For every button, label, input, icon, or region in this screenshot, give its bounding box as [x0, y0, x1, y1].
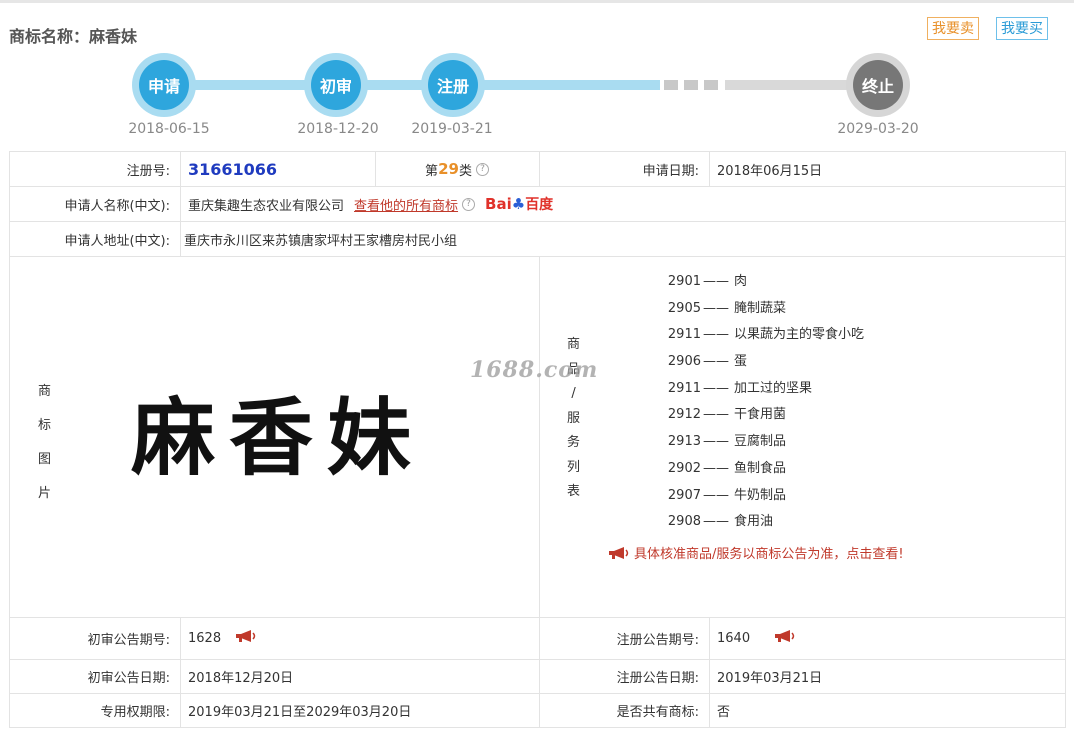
page-title: 商标名称：麻香妹 [9, 27, 138, 46]
baidu-search-button[interactable]: Bai♣百度 [485, 194, 553, 214]
table-row: 初审公告日期: 2018年12月20日 注册公告日期: 2019年03月21日 [10, 660, 1065, 694]
step-prelim: 初审 [304, 53, 368, 117]
table-row: 专用权期限: 2019年03月21日至2029年03月20日 是否共有商标: 否 [10, 694, 1065, 728]
apply-date-value: 2018年06月15日 [717, 163, 823, 179]
help-icon[interactable]: ? [462, 197, 476, 211]
trademark-info-table: 注册号: 31661066 第 29 类? 申请日期: 2018年06月15日 申请… [9, 151, 1066, 728]
megaphone-icon [609, 546, 629, 559]
step-date: 2019-03-21 [411, 121, 493, 137]
list-item: 2912 —— 干食用菌 [667, 407, 787, 423]
logo-text: 麻香妹 [131, 389, 425, 487]
applicant-value: 重庆集趣生态农业有限公司 查看他的所有商标 ? Bai♣百度 [180, 187, 1060, 221]
reg-pub-date-label: 注册公告日期: [616, 671, 699, 686]
sell-button[interactable]: 我要卖 [927, 17, 979, 40]
class-number: 29 [438, 160, 459, 178]
megaphone-icon[interactable] [235, 629, 257, 643]
watermark: 1688.com [470, 357, 599, 383]
list-item: 2907 —— 牛奶制品 [667, 487, 787, 503]
step-date: 2018-06-15 [128, 121, 210, 137]
step-register: 注册 [421, 53, 485, 117]
goods-notice-text: 具体核准商品/服务以商标公告为准，点击查看! [634, 547, 904, 562]
prelim-no: 1628 [188, 631, 222, 646]
step-label: 终止 [853, 60, 903, 110]
list-item: 2911 —— 加工过的坚果 [667, 380, 813, 396]
baidu-paw-icon: ♣ [511, 195, 526, 213]
table-row: 注册号: 31661066 第 29 类? 申请日期: 2018年06月15日 [10, 152, 1065, 187]
top-border [0, 0, 1074, 3]
reg-pub-no-label: 注册公告期号: [616, 633, 699, 648]
reg-no: 31661066 [188, 159, 278, 179]
reg-no-value: 31661066 [180, 152, 375, 186]
list-item: 2902 —— 鱼制食品 [667, 460, 787, 476]
goods-list: 2901 —— 肉 2905 —— 腌制蔬菜 2911 —— 以果蔬为主的零食小吃 2906… [665, 269, 864, 536]
term-label: 专用权期限: [100, 705, 170, 720]
table-row: 申请人名称(中文): 重庆集趣生态农业有限公司 查看他的所有商标 ? Bai♣百… [10, 187, 1065, 222]
class-info: 第 29 类? [375, 152, 539, 186]
progress-dash [704, 80, 718, 90]
megaphone-icon[interactable] [774, 629, 796, 643]
progress-track-done [165, 80, 660, 90]
table-row: 申请人地址(中文): 重庆市永川区来苏镇唐家坪村王家槽房村民小组 [10, 222, 1065, 257]
table-row: 初审公告期号: 1628 注册公告期号: 1640 [10, 618, 1065, 660]
reg-pub-date-value: 2019年03月21日 [717, 671, 823, 686]
step-end: 终止 [846, 53, 910, 117]
step-date: 2029-03-20 [837, 121, 919, 137]
help-icon[interactable]: ? [475, 162, 489, 176]
prelim-date-label: 初审公告日期: [87, 671, 170, 686]
list-item: 2906 —— 蛋 [667, 354, 748, 370]
list-item: 2911 —— 以果蔬为主的零食小吃 [667, 327, 865, 343]
baidu-text: Bai [485, 195, 512, 213]
address-label: 申请人地址(中文): [64, 233, 170, 249]
apply-date-label: 申请日期: [642, 163, 699, 179]
image-label: 商 标 图 片 [38, 384, 52, 501]
prelim-date-value: 2018年12月20日 [188, 671, 294, 686]
list-item: 2913 —— 豆腐制品 [667, 434, 787, 450]
progress-dash [664, 80, 678, 90]
applicant-label: 申请人名称(中文): [64, 198, 170, 214]
reg-pub-no-value: 1640 [709, 618, 1065, 659]
reg-no-label: 注册号: [126, 163, 170, 179]
baidu-text: 百度 [525, 197, 554, 213]
goods-notice-link[interactable]: 具体核准商品/服务以商标公告为准，点击查看! [608, 543, 904, 562]
buy-button[interactable]: 我要买 [996, 17, 1048, 40]
progress-dash [684, 80, 698, 90]
trademark-logo-image: 麻香妹 [131, 389, 425, 487]
step-label: 初审 [311, 60, 361, 110]
prelim-no-label: 初审公告期号: [87, 633, 170, 648]
step-apply: 申请 [132, 53, 196, 117]
list-item: 2908 —— 食用油 [667, 514, 774, 530]
shared-value: 否 [717, 705, 731, 720]
list-item: 2901 —— 肉 [667, 274, 748, 289]
step-date: 2018-12-20 [297, 121, 379, 137]
class-prefix: 第 [425, 163, 439, 179]
address-value: 重庆市永川区来苏镇唐家坪村王家槽房村民小组 [184, 233, 458, 249]
all-marks-link[interactable]: 查看他的所有商标 [354, 195, 458, 214]
prelim-no-value: 1628 [180, 618, 539, 659]
step-label: 申请 [139, 60, 189, 110]
term-value: 2019年03月21日至2029年03月20日 [188, 705, 412, 720]
class-suffix: 类 [458, 163, 472, 179]
list-item: 2905 —— 腌制蔬菜 [667, 300, 787, 316]
table-row: 商 标 图 片 麻香妹 商 品 / 服 务 列 表 2901 —— 肉 2905 ——… [10, 257, 1065, 618]
step-label: 注册 [428, 60, 478, 110]
shared-label: 是否共有商标: [616, 705, 699, 720]
applicant-name: 重庆集趣生态农业有限公司 [188, 198, 345, 214]
reg-pub-no: 1640 [717, 631, 751, 646]
